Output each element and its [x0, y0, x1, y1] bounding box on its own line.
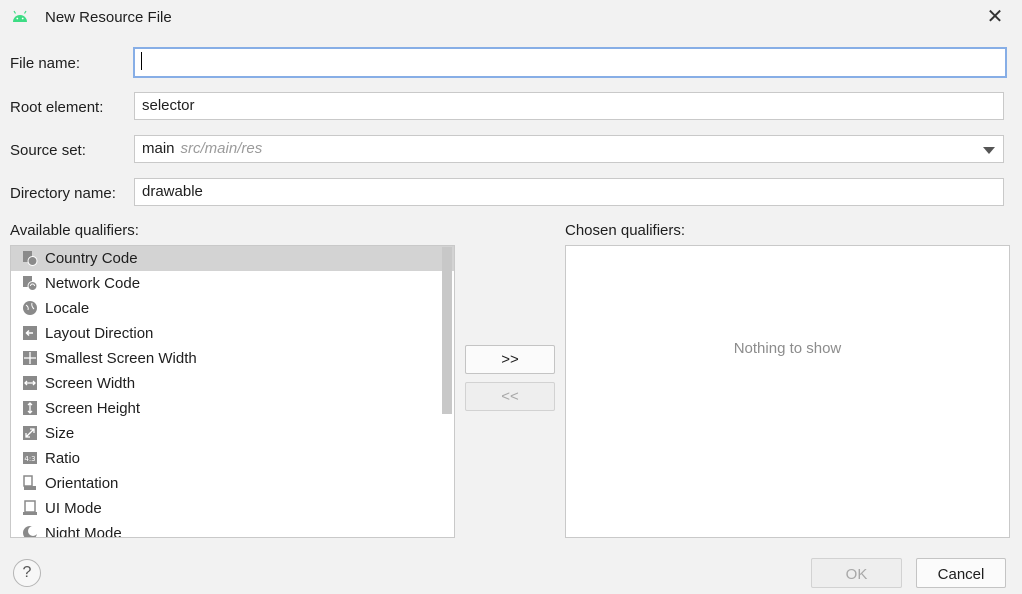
directory-name-input[interactable]: drawable	[134, 178, 1004, 206]
add-qualifier-button[interactable]: >>	[465, 345, 555, 374]
qualifier-label: Ratio	[45, 450, 81, 467]
qualifier-item[interactable]: Country Code	[11, 246, 454, 271]
cancel-button[interactable]: Cancel	[916, 558, 1006, 588]
dialog-title: New Resource File	[45, 9, 172, 26]
close-icon[interactable]: ✕	[984, 6, 1006, 28]
screen-height-icon	[23, 401, 37, 415]
qualifier-item[interactable]: Night Mode	[11, 521, 454, 538]
ui-mode-icon	[23, 500, 37, 515]
network-code-icon	[23, 276, 38, 291]
qualifier-item[interactable]: Size	[11, 421, 454, 446]
smallest-width-icon	[23, 351, 37, 365]
qualifier-item[interactable]: 4:3 Ratio	[11, 446, 454, 471]
svg-text:4:3: 4:3	[24, 455, 35, 463]
file-name-label: File name:	[10, 55, 81, 72]
empty-state-text: Nothing to show	[733, 340, 842, 357]
source-set-hint: src/main/res	[180, 140, 263, 157]
qualifier-label: Size	[45, 425, 75, 442]
file-name-input[interactable]	[133, 47, 1007, 78]
available-qualifiers-list[interactable]: Country Code Network Code Locale Layout Dir…	[10, 245, 455, 538]
orientation-icon	[23, 475, 36, 490]
layout-direction-icon	[23, 326, 37, 340]
qualifier-label: Orientation	[45, 475, 119, 492]
ratio-icon: 4:3	[23, 452, 37, 464]
chevron-down-icon	[983, 147, 995, 154]
source-set-value: main	[142, 140, 175, 157]
list-scrollbar[interactable]	[442, 247, 452, 414]
qualifier-label: Network Code	[45, 275, 141, 292]
root-element-value: selector	[142, 97, 195, 114]
source-set-label: Source set:	[10, 142, 86, 159]
qualifier-label: Screen Width	[45, 375, 136, 392]
text-caret	[141, 52, 142, 71]
qualifier-item[interactable]: Locale	[11, 296, 454, 321]
country-code-icon	[23, 251, 38, 266]
root-element-label: Root element:	[10, 99, 104, 116]
ok-button[interactable]: OK	[811, 558, 902, 588]
directory-name-label: Directory name:	[10, 185, 116, 202]
screen-width-icon	[23, 376, 37, 390]
qualifier-label: Country Code	[45, 250, 138, 267]
android-icon	[13, 10, 27, 22]
remove-qualifier-button[interactable]: <<	[465, 382, 555, 411]
source-set-dropdown[interactable]: main src/main/res	[134, 135, 1004, 163]
qualifier-label: Layout Direction	[45, 325, 154, 342]
chosen-qualifiers-label: Chosen qualifiers:	[565, 222, 686, 239]
qualifier-item[interactable]: Screen Width	[11, 371, 454, 396]
qualifier-item[interactable]: Network Code	[11, 271, 454, 296]
qualifier-label: Screen Height	[45, 400, 141, 417]
qualifier-label: Locale	[45, 300, 90, 317]
night-mode-icon	[23, 526, 38, 537]
available-qualifiers-label: Available qualifiers:	[10, 222, 139, 239]
qualifier-label: UI Mode	[45, 500, 102, 517]
help-button[interactable]: ?	[13, 559, 41, 587]
size-icon	[23, 426, 37, 440]
chosen-qualifiers-list[interactable]: Nothing to show	[565, 245, 1010, 538]
qualifier-item[interactable]: Layout Direction	[11, 321, 454, 346]
qualifier-item[interactable]: Smallest Screen Width	[11, 346, 454, 371]
qualifier-label: Smallest Screen Width	[45, 350, 197, 367]
globe-icon	[23, 301, 37, 315]
qualifier-item[interactable]: Screen Height	[11, 396, 454, 421]
qualifier-label: Night Mode	[45, 525, 122, 538]
qualifier-item[interactable]: Orientation	[11, 471, 454, 496]
directory-name-value: drawable	[142, 183, 203, 200]
root-element-input[interactable]: selector	[134, 92, 1004, 120]
qualifier-item[interactable]: UI Mode	[11, 496, 454, 521]
